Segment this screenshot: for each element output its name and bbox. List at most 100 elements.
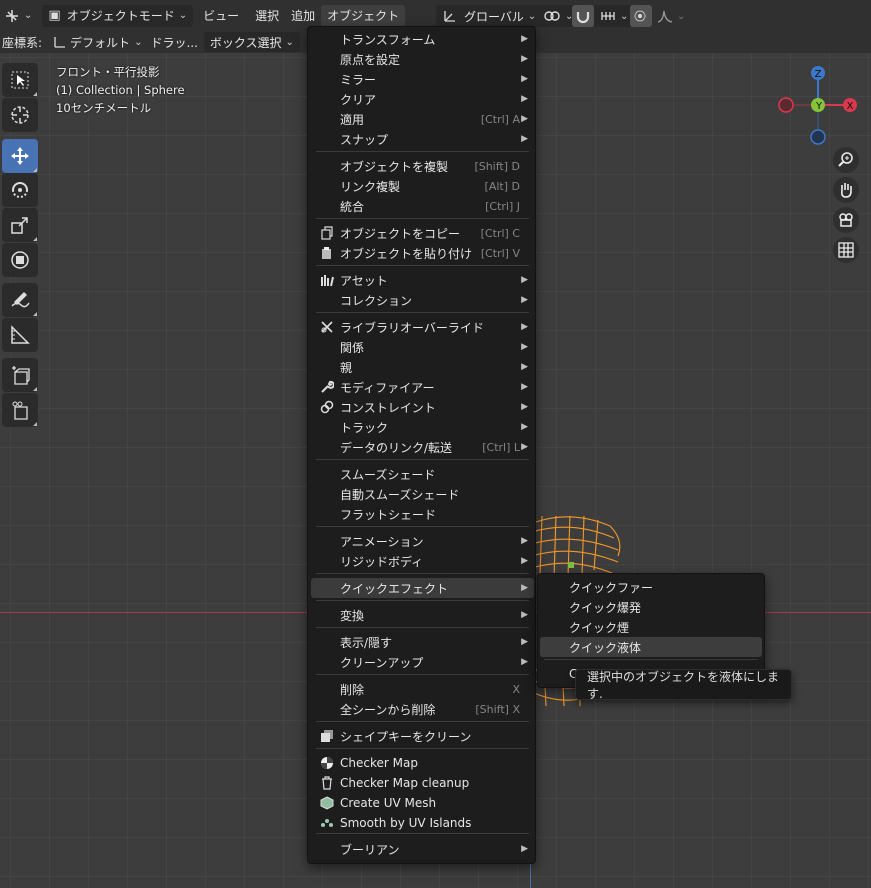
submenu-arrow-icon: ▶ bbox=[521, 322, 528, 332]
menu-item-object-36[interactable]: ブーリアン ▶ bbox=[311, 839, 534, 859]
falloff-curve-icon bbox=[657, 10, 673, 23]
submenu-arrow-icon: ▶ bbox=[521, 844, 528, 854]
coord-system-label: 座標系: bbox=[2, 35, 43, 50]
menu-item-object-19[interactable]: データのリンク/転送 [Ctrl] L ▶ bbox=[311, 437, 534, 457]
submenu-arrow-icon: ▶ bbox=[521, 114, 528, 124]
move-tool[interactable] bbox=[2, 139, 38, 173]
menu-item-object-14[interactable]: 関係 ▶ bbox=[311, 337, 534, 357]
menu-separator bbox=[316, 573, 529, 574]
menu-item-object-27[interactable]: 表示/隠す ▶ bbox=[311, 632, 534, 652]
snap-toggle[interactable] bbox=[572, 5, 594, 27]
menu-item-checker-map-cleanup[interactable]: Checker Map cleanup bbox=[311, 773, 534, 793]
menu-item-object-1[interactable]: 原点を設定 ▶ bbox=[311, 49, 534, 69]
menu-item-label: オブジェクトをコピー bbox=[340, 226, 461, 241]
ortho-toggle-button[interactable] bbox=[833, 237, 859, 263]
menu-item-object-25[interactable]: クイックエフェクト ▶ bbox=[311, 578, 534, 598]
menu-item-label: 自動スムーズシェード bbox=[340, 487, 460, 502]
editor-type-selector[interactable]: ⌄ bbox=[0, 5, 38, 27]
zoom-button[interactable] bbox=[833, 147, 859, 173]
menu-item-label: Checker Map cleanup bbox=[340, 776, 470, 790]
menu-item-object-15[interactable]: 親 ▶ bbox=[311, 357, 534, 377]
rotate-tool[interactable] bbox=[2, 173, 38, 207]
menu-item-object-9[interactable]: オブジェクトをコピー [Ctrl] C bbox=[311, 223, 534, 243]
menu-item-object-11[interactable]: アセット ▶ bbox=[311, 270, 534, 290]
menu-item-label: 親 bbox=[340, 360, 353, 375]
menu-item-object-18[interactable]: トラック ▶ bbox=[311, 417, 534, 437]
submenu-arrow-icon: ▶ bbox=[521, 556, 528, 566]
menu-item-object-10[interactable]: オブジェクトを貼り付け [Ctrl] V bbox=[311, 243, 534, 263]
menu-view[interactable]: ビュー bbox=[197, 5, 245, 27]
menu-item-quick-liquid[interactable]: クイック液体 bbox=[540, 637, 762, 657]
tooltip: 選択中のオブジェクトを液体にします. bbox=[575, 669, 792, 701]
menu-item-object-20[interactable]: スムーズシェード bbox=[311, 464, 534, 484]
menu-item-label: ミラー bbox=[340, 72, 377, 87]
menu-item-quick-explode[interactable]: クイック爆発 bbox=[540, 597, 762, 617]
submenu-arrow-icon: ▶ bbox=[521, 74, 528, 84]
viewport-overlay-info: フロント・平行投影 (1) Collection | Sphere 10センチメ… bbox=[56, 63, 185, 117]
add-cube-tool[interactable] bbox=[2, 358, 38, 392]
menu-item-object-31[interactable]: シェイプキーをクリーン bbox=[311, 726, 534, 746]
menu-item-label: シェイプキーをクリーン bbox=[340, 729, 472, 744]
menu-item-object-26[interactable]: 変換 ▶ bbox=[311, 605, 534, 625]
menu-item-object-24[interactable]: リジッドボディ ▶ bbox=[311, 551, 534, 571]
submenu-arrow-icon: ▶ bbox=[521, 402, 528, 412]
measure-tool[interactable] bbox=[2, 318, 38, 352]
menu-item-checker-map[interactable]: Checker Map bbox=[311, 753, 534, 773]
menu-add[interactable]: 追加 bbox=[285, 5, 321, 27]
proportional-edit-toggle[interactable] bbox=[630, 5, 652, 27]
menu-item-object-4[interactable]: 適用 [Ctrl] A ▶ bbox=[311, 109, 534, 129]
scale-tool[interactable] bbox=[2, 208, 38, 242]
uv-islands-icon bbox=[319, 815, 335, 831]
coord-system-selector[interactable]: デフォルト ⌄ bbox=[46, 32, 148, 52]
chevron-down-icon: ⌄ bbox=[178, 10, 188, 21]
menu-item-quick-fur[interactable]: クイックファー bbox=[540, 577, 762, 597]
navigation-gizmo[interactable]: X Z Y bbox=[778, 64, 860, 146]
mode-selector[interactable]: ▣ オブジェクトモード ⌄ bbox=[42, 4, 194, 27]
drag-action-selector[interactable]: ボックス選択 ⌄ bbox=[203, 32, 300, 52]
menu-item-object-12[interactable]: コレクション ▶ bbox=[311, 290, 534, 310]
menu-item-object-21[interactable]: 自動スムーズシェード bbox=[311, 484, 534, 504]
measure-icon bbox=[11, 325, 30, 344]
menu-item-object-7[interactable]: リンク複製 [Alt] D bbox=[311, 176, 534, 196]
menu-item-label: データのリンク/転送 bbox=[340, 440, 453, 455]
menu-select[interactable]: 選択 bbox=[249, 5, 285, 27]
submenu-arrow-icon: ▶ bbox=[521, 275, 528, 285]
menu-item-create-uv-mesh[interactable]: Create UV Mesh bbox=[311, 793, 534, 813]
shapekey-icon bbox=[319, 728, 335, 744]
menu-item-object-8[interactable]: 統合 [Ctrl] J bbox=[311, 196, 534, 216]
menu-item-object-6[interactable]: オブジェクトを複製 [Shift] D bbox=[311, 156, 534, 176]
gizmo-y-label: Y bbox=[815, 101, 823, 112]
menu-item-object-17[interactable]: コンストレイント ▶ bbox=[311, 397, 534, 417]
transform-tool[interactable] bbox=[2, 243, 38, 277]
menu-item-object-3[interactable]: クリア ▶ bbox=[311, 89, 534, 109]
select-box-tool[interactable] bbox=[2, 63, 38, 97]
menu-item-object-0[interactable]: トランスフォーム ▶ bbox=[311, 29, 534, 49]
menu-item-object-2[interactable]: ミラー ▶ bbox=[311, 69, 534, 89]
shear-tool[interactable] bbox=[2, 393, 38, 427]
menu-item-object-5[interactable]: スナップ ▶ bbox=[311, 129, 534, 149]
menu-item-object-29[interactable]: 削除 X bbox=[311, 679, 534, 699]
camera-view-button[interactable] bbox=[833, 207, 859, 233]
menu-item-object-28[interactable]: クリーンアップ ▶ bbox=[311, 652, 534, 672]
menu-item-object-13[interactable]: ライブラリオーバーライド ▶ bbox=[311, 317, 534, 337]
menu-item-quick-smoke[interactable]: クイック煙 bbox=[540, 617, 762, 637]
transform-orientation-selector[interactable]: グローバル ⌄ bbox=[436, 5, 543, 27]
magnet-icon bbox=[576, 12, 590, 24]
annotate-tool[interactable] bbox=[2, 283, 38, 317]
shortcut-hint: X bbox=[512, 682, 520, 696]
falloff-selector[interactable]: ⌄ bbox=[651, 5, 691, 27]
menu-item-smooth-by-uv-islands[interactable]: Smooth by UV Islands bbox=[311, 813, 534, 833]
pan-button[interactable] bbox=[833, 177, 859, 203]
camera-icon bbox=[839, 213, 853, 227]
menu-item-object-23[interactable]: アニメーション ▶ bbox=[311, 531, 534, 551]
menu-item-object-16[interactable]: モディファイアー ▶ bbox=[311, 377, 534, 397]
coord-system-value: デフォルト bbox=[70, 35, 131, 50]
menu-item-label: スムーズシェード bbox=[340, 467, 436, 482]
menu-separator bbox=[316, 151, 529, 152]
menu-separator bbox=[316, 721, 529, 722]
menu-item-object-30[interactable]: 全シーンから削除 [Shift] X bbox=[311, 699, 534, 719]
cursor-tool[interactable] bbox=[2, 98, 38, 132]
menu-object[interactable]: オブジェクト bbox=[321, 4, 406, 27]
snap-target-selector[interactable]: ⌄ bbox=[594, 5, 635, 27]
menu-item-object-22[interactable]: フラットシェード bbox=[311, 504, 534, 524]
